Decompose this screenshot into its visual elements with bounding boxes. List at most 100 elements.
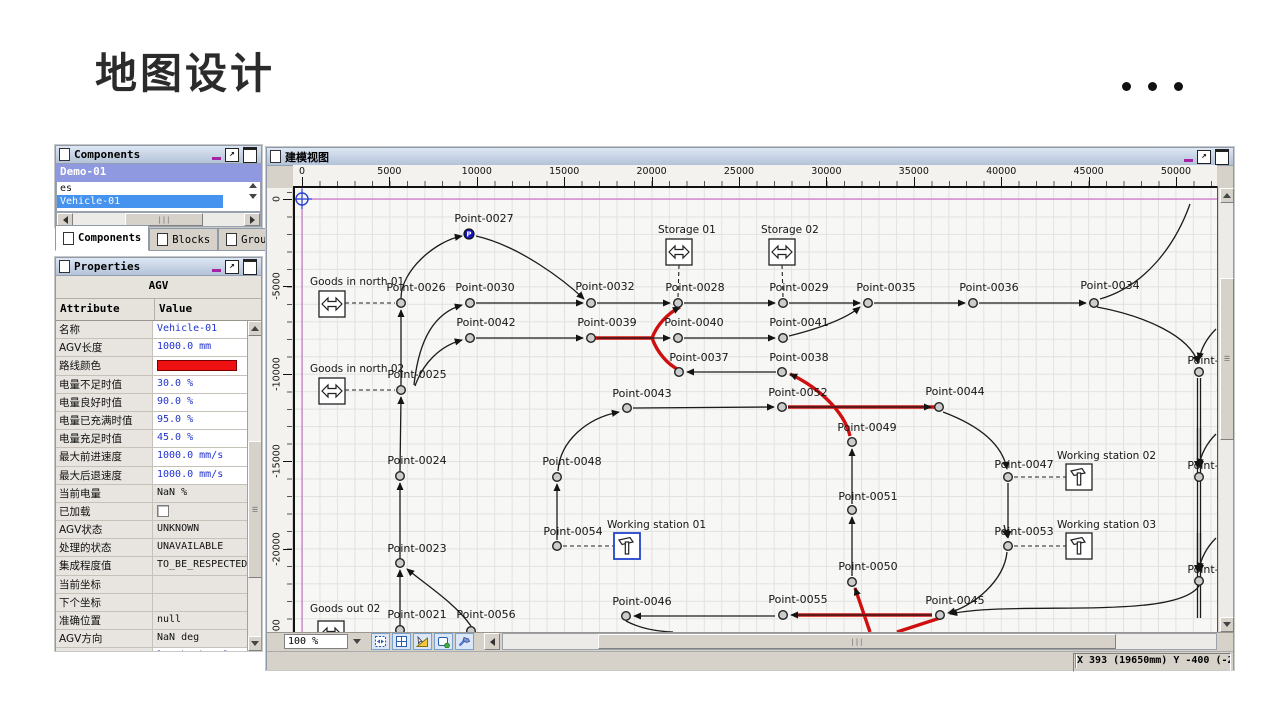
map-edge[interactable] — [626, 621, 673, 632]
map-node-point-0055[interactable] — [779, 611, 788, 620]
map-node-point-0025[interactable] — [397, 386, 406, 395]
attribute-value[interactable]: 90.0 % — [153, 394, 261, 411]
scroll-thumb[interactable]: ☰ — [1220, 278, 1234, 440]
scroll-left-button[interactable] — [484, 633, 500, 650]
map-node-point-0027[interactable]: P — [464, 229, 474, 239]
route-color-swatch[interactable] — [157, 360, 237, 371]
modeling-view-titlebar[interactable]: 建模视图 ↗ — [267, 148, 1233, 166]
map-node-point-0047[interactable] — [1004, 473, 1013, 482]
map-canvas[interactable]: PGoods in north 01Goods in north 02Goods… — [295, 188, 1217, 632]
properties-titlebar[interactable]: Properties ↗ — [56, 258, 261, 276]
map-edge[interactable] — [633, 407, 774, 408]
scroll-down-button[interactable] — [1220, 617, 1234, 632]
map-node-point-0028[interactable] — [674, 299, 683, 308]
station-storage-02[interactable] — [769, 239, 795, 265]
map-node-point-0024[interactable] — [396, 472, 405, 481]
route-edge[interactable] — [855, 588, 870, 632]
maximize-icon[interactable] — [1215, 149, 1229, 165]
station-working-station-02[interactable] — [1066, 464, 1092, 490]
fit-view-button[interactable] — [371, 633, 390, 650]
map-node-point-0035[interactable] — [864, 299, 873, 308]
attribute-value[interactable]: UNKNOWN — [153, 521, 261, 538]
float-window-icon[interactable]: ↗ — [1197, 150, 1211, 164]
scroll-up-button[interactable] — [1220, 188, 1234, 203]
attribute-value[interactable]: 1000.0 mm/s — [153, 467, 261, 484]
loaded-checkbox[interactable] — [157, 505, 169, 517]
menu-dots-button[interactable] — [1122, 82, 1183, 91]
tools-button[interactable] — [455, 633, 474, 650]
canvas-hscrollbar[interactable]: ||| — [502, 633, 1217, 650]
scroll-up-button[interactable] — [248, 321, 261, 336]
attribute-value[interactable]: 45.0 % — [153, 430, 261, 447]
station-working-station-03[interactable] — [1066, 533, 1092, 559]
tab-components[interactable]: Components — [55, 225, 149, 251]
map-node-point-0046[interactable] — [622, 612, 631, 621]
map-node-point-0043[interactable] — [623, 404, 632, 413]
station-goods-out-02[interactable] — [318, 621, 344, 632]
components-titlebar[interactable]: Components ↗ — [56, 146, 261, 164]
maximize-icon[interactable] — [243, 259, 257, 275]
route-edge[interactable] — [897, 618, 940, 632]
minimize-icon[interactable] — [212, 157, 221, 160]
station-goods-in-north-02[interactable] — [319, 378, 345, 404]
measure-button[interactable] — [413, 633, 432, 650]
map-node-point-0029[interactable] — [779, 299, 788, 308]
map-edge[interactable] — [1097, 307, 1198, 363]
components-list[interactable]: esVehicle-01 — [56, 182, 261, 212]
map-node-point-0030[interactable] — [466, 299, 475, 308]
scroll-up-icon[interactable] — [249, 183, 257, 188]
map-node-point-0023[interactable] — [396, 559, 405, 568]
float-window-icon[interactable]: ↗ — [225, 148, 239, 162]
map-node-point-[interactable] — [1195, 473, 1204, 482]
attribute-value[interactable]: 30.0 % — [153, 376, 261, 393]
map-node-point-0052[interactable] — [778, 403, 787, 412]
maximize-icon[interactable] — [243, 147, 257, 163]
map-node-point-[interactable] — [1195, 577, 1204, 586]
map-node-point-0040[interactable] — [674, 334, 683, 343]
map-node-point-0053[interactable] — [1004, 542, 1013, 551]
map-node-point-0026[interactable] — [397, 299, 406, 308]
attribute-value[interactable]: loopback:unloa... — [153, 648, 261, 651]
attribute-value[interactable] — [153, 357, 261, 374]
map-node-point-0050[interactable] — [848, 578, 857, 587]
canvas-vscrollbar[interactable]: ☰ — [1219, 188, 1233, 632]
scroll-down-icon[interactable] — [249, 194, 257, 199]
station-working-station-01[interactable] — [614, 533, 640, 559]
scroll-down-button[interactable] — [248, 636, 261, 651]
attribute-value[interactable]: 95.0 % — [153, 412, 261, 429]
station-goods-in-north-01[interactable] — [319, 291, 345, 317]
attribute-value[interactable]: 1000.0 mm/s — [153, 448, 261, 465]
map-node-point-0039[interactable] — [587, 334, 596, 343]
map-node-point-0054[interactable] — [553, 542, 562, 551]
map-node-point-0038[interactable] — [778, 368, 787, 377]
attribute-value[interactable]: 1000.0 mm — [153, 339, 261, 356]
map-node-point-0041[interactable] — [779, 334, 788, 343]
map-node-point-0051[interactable] — [848, 506, 857, 515]
map-graph[interactable]: PGoods in north 01Goods in north 02Goods… — [295, 188, 1217, 632]
attribute-value[interactable]: null — [153, 612, 261, 629]
map-node-point-0049[interactable] — [848, 438, 857, 447]
scroll-thumb[interactable]: ||| — [598, 634, 1116, 649]
attribute-value[interactable]: Vehicle-01 — [153, 321, 261, 338]
map-node-point-0042[interactable] — [466, 334, 475, 343]
float-window-icon[interactable]: ↗ — [225, 260, 239, 274]
map-node-point-0037[interactable] — [675, 368, 684, 377]
attribute-value[interactable]: NaN deg — [153, 630, 261, 647]
properties-vscrollbar[interactable]: ☰ — [247, 321, 261, 651]
attribute-value[interactable]: TO_BE_RESPECTED — [153, 557, 261, 574]
scroll-thumb[interactable]: ☰ — [248, 441, 261, 578]
attribute-value[interactable]: NaN % — [153, 485, 261, 502]
list-item-vehicle-01[interactable]: Vehicle-01 — [57, 195, 223, 208]
list-item-es[interactable]: es — [57, 182, 260, 195]
map-node-point-0036[interactable] — [969, 299, 978, 308]
attribute-value[interactable] — [153, 503, 261, 520]
map-node-point-0044[interactable] — [935, 403, 944, 412]
minimize-icon[interactable] — [212, 269, 221, 272]
split-view-button[interactable] — [392, 633, 411, 650]
zoom-dropdown-button[interactable] — [350, 634, 363, 649]
attribute-value[interactable] — [153, 594, 261, 611]
map-node-point-0032[interactable] — [587, 299, 596, 308]
map-node-point-0034[interactable] — [1090, 299, 1099, 308]
map-node-point-[interactable] — [1195, 368, 1204, 377]
zoom-level-field[interactable]: 100 % — [284, 634, 348, 649]
